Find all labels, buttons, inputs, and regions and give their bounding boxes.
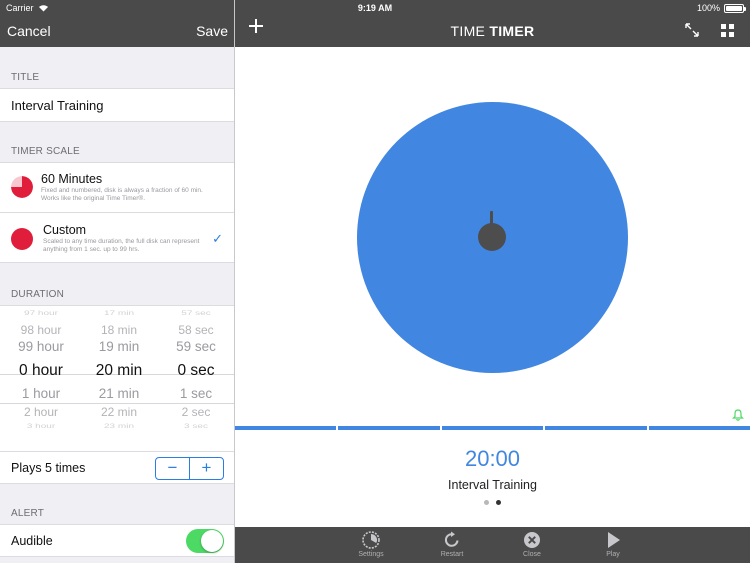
picker-row[interactable]: 18 min bbox=[79, 323, 159, 337]
progress-segment bbox=[235, 426, 337, 430]
restart-icon bbox=[444, 531, 459, 547]
timer-scale-section-label: TIMER SCALE bbox=[11, 146, 80, 157]
app-title-bold: TIMER bbox=[489, 23, 535, 39]
picker-row[interactable]: 3 hour bbox=[1, 423, 81, 430]
picker-row[interactable]: 17 min bbox=[79, 310, 159, 317]
close-button[interactable]: Close bbox=[502, 530, 562, 558]
picker-row[interactable]: 21 min bbox=[79, 386, 159, 401]
picker-row[interactable]: 22 min bbox=[79, 405, 159, 419]
alert-section-label: ALERT bbox=[11, 508, 45, 519]
picker-row[interactable]: 23 min bbox=[79, 423, 159, 430]
close-icon bbox=[524, 532, 540, 548]
cancel-button[interactable]: Cancel bbox=[7, 23, 51, 39]
play-icon bbox=[608, 532, 620, 548]
scale-option-60-minutes[interactable]: 60 Minutes Fixed and numbered, disk is a… bbox=[0, 162, 234, 213]
app-title-light: TIME bbox=[450, 23, 490, 39]
picker-row[interactable]: 59 sec bbox=[156, 339, 234, 354]
picker-seconds-column[interactable]: 57 sec 58 sec 59 sec 0 sec 1 sec 2 sec 3 sec bbox=[156, 306, 234, 451]
plays-label: Plays 5 times bbox=[11, 461, 86, 475]
picker-row[interactable]: 99 hour bbox=[1, 339, 81, 354]
audible-row: Audible bbox=[0, 524, 234, 557]
audible-label: Audible bbox=[11, 534, 53, 548]
picker-row[interactable]: 98 hour bbox=[1, 323, 81, 337]
plays-stepper[interactable]: − + bbox=[155, 457, 224, 480]
timer-panel: TIME TIMER 20:00 Interval Training Setti… bbox=[235, 0, 750, 563]
settings-label: Settings bbox=[358, 551, 384, 558]
title-section-label: TITLE bbox=[11, 72, 40, 83]
progress-segment bbox=[441, 426, 544, 430]
picker-row[interactable]: 58 sec bbox=[156, 323, 234, 337]
save-button[interactable]: Save bbox=[196, 23, 228, 39]
close-label: Close bbox=[523, 551, 541, 558]
title-value[interactable]: Interval Training bbox=[11, 98, 104, 113]
picker-row[interactable]: 2 sec bbox=[156, 405, 234, 419]
status-time: 9:19 AM bbox=[357, 3, 393, 13]
timer-area bbox=[235, 47, 750, 427]
picker-row[interactable]: 0 sec bbox=[156, 362, 234, 380]
expand-icon[interactable] bbox=[684, 22, 700, 38]
countdown-display: 20:00 bbox=[464, 446, 521, 471]
scale-option-name: 60 Minutes bbox=[41, 172, 103, 186]
picker-row[interactable]: 2 hour bbox=[1, 405, 81, 419]
grid-view-icon[interactable] bbox=[721, 24, 734, 37]
full-disk-icon bbox=[11, 228, 33, 250]
settings-button[interactable]: Settings bbox=[341, 530, 401, 558]
title-field[interactable]: Interval Training bbox=[0, 88, 234, 122]
progress-segment bbox=[545, 426, 647, 430]
timer-hub[interactable] bbox=[478, 223, 506, 251]
status-bar: Carrier 9:19 AM 100% bbox=[0, 0, 750, 16]
progress-segment bbox=[338, 426, 440, 430]
picker-row[interactable]: 0 hour bbox=[1, 362, 81, 380]
decrement-button[interactable]: − bbox=[156, 458, 190, 479]
play-label: Play bbox=[606, 551, 620, 558]
picker-row[interactable]: 57 sec bbox=[156, 310, 234, 317]
picker-minutes-column[interactable]: 17 min 18 min 19 min 20 min 21 min 22 min 23 m… bbox=[79, 306, 159, 451]
picker-row[interactable]: 97 hour bbox=[1, 310, 81, 317]
scale-option-custom[interactable]: Custom Scaled to any time duration, the … bbox=[0, 212, 234, 263]
toggle-knob bbox=[201, 530, 223, 552]
picker-row[interactable]: 1 sec bbox=[156, 386, 234, 401]
interval-progress-bar bbox=[235, 426, 750, 430]
audible-toggle[interactable] bbox=[186, 529, 224, 553]
bell-icon[interactable] bbox=[732, 409, 744, 421]
bottom-toolbar: Settings Restart Close Play bbox=[235, 527, 750, 563]
plays-row: Plays 5 times − + bbox=[0, 451, 234, 484]
timer-name: Interval Training bbox=[448, 478, 537, 492]
picker-row[interactable]: 20 min bbox=[79, 362, 159, 380]
duration-section-label: DURATION bbox=[11, 289, 65, 300]
app-title: TIME TIMER bbox=[235, 23, 750, 39]
picker-hours-column[interactable]: 97 hour 98 hour 99 hour 0 hour 1 hour 2 hour 3… bbox=[1, 306, 81, 451]
battery-percent: 100% bbox=[696, 3, 720, 13]
page-dot[interactable] bbox=[496, 500, 501, 505]
progress-segment bbox=[648, 426, 750, 430]
settings-panel: Cancel Save TITLE Interval Training TIME… bbox=[0, 0, 235, 563]
increment-button[interactable]: + bbox=[190, 458, 223, 479]
restart-button[interactable]: Restart bbox=[422, 530, 482, 558]
pie-60-icon bbox=[11, 176, 33, 198]
scale-option-description: Fixed and numbered, disk is always a fra… bbox=[41, 187, 203, 202]
timer-disk[interactable] bbox=[357, 102, 628, 373]
picker-row[interactable]: 19 min bbox=[79, 339, 159, 354]
scale-option-name: Custom bbox=[43, 223, 87, 237]
scale-option-description: Scaled to any time duration, the full di… bbox=[43, 238, 200, 253]
battery-icon bbox=[724, 3, 746, 13]
battery-group: 100% bbox=[696, 3, 746, 13]
restart-label: Restart bbox=[440, 551, 464, 558]
duration-picker[interactable]: 97 hour 98 hour 99 hour 0 hour 1 hour 2 hour 3… bbox=[0, 305, 234, 451]
picker-row[interactable]: 1 hour bbox=[1, 386, 81, 401]
page-dot[interactable] bbox=[484, 500, 489, 505]
play-button[interactable]: Play bbox=[583, 530, 643, 558]
checkmark-icon: ✓ bbox=[212, 231, 223, 246]
picker-row[interactable]: 3 sec bbox=[156, 423, 234, 430]
settings-dial-icon bbox=[362, 531, 380, 549]
page-indicator[interactable] bbox=[235, 500, 750, 505]
